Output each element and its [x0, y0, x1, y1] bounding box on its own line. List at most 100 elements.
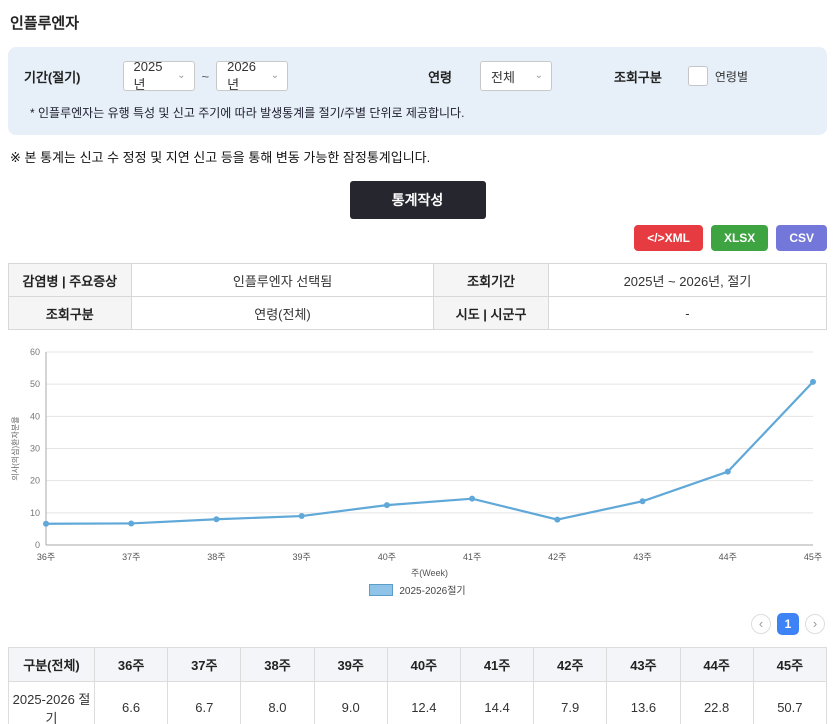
- next-page-button[interactable]: ›: [805, 614, 825, 634]
- period-label: 기간(절기): [24, 67, 81, 86]
- value-cell: 6.6: [95, 682, 168, 724]
- chevron-down-icon: ⌄: [535, 71, 543, 81]
- y-tick-label: 60: [30, 347, 40, 357]
- chart-point: [43, 521, 49, 527]
- chart-point: [299, 513, 305, 519]
- prev-page-button[interactable]: ‹: [751, 614, 771, 634]
- period-tilde: ~: [202, 69, 210, 84]
- chart-point: [810, 379, 816, 385]
- summary-disease-label: 감염병 | 주요증상: [9, 264, 132, 297]
- y-tick-label: 10: [30, 508, 40, 518]
- chart-point: [384, 502, 390, 508]
- create-stats-button[interactable]: 통계작성: [350, 181, 486, 219]
- result-table: 구분(전체)36주37주38주39주40주41주42주43주44주45주 202…: [8, 647, 827, 724]
- create-stats-wrap: 통계작성: [8, 181, 827, 219]
- chart-box: 0 10 20 30 40 50 60 36주 37주 38주 39주 40주 41주 42주 43주 44주…: [8, 342, 827, 597]
- x-axis-title: 주(Week): [411, 568, 448, 578]
- table-row: 2025-2026 절기6.66.78.09.012.414.47.913.62…: [9, 682, 827, 724]
- export-row: </>XML XLSX CSV: [8, 225, 827, 251]
- summary-region-value: -: [548, 297, 826, 330]
- chart-point: [469, 496, 475, 502]
- age-label: 연령: [428, 67, 452, 86]
- x-tick-label: 40주: [378, 552, 396, 562]
- y-tick-label: 40: [30, 411, 40, 421]
- x-tick-label: 37주: [122, 552, 140, 562]
- y-tick-label: 20: [30, 476, 40, 486]
- export-xml-button[interactable]: </>XML: [634, 225, 703, 251]
- x-tick-label: 36주: [37, 552, 55, 562]
- table-header-week: 42주: [534, 648, 607, 682]
- table-header-week: 39주: [314, 648, 387, 682]
- x-tick-label: 39주: [293, 552, 311, 562]
- table-header-week: 38주: [241, 648, 314, 682]
- period-start-select[interactable]: 2025년 ⌄: [123, 61, 195, 91]
- period-end-select[interactable]: 2026년 ⌄: [216, 61, 288, 91]
- chevron-down-icon: ⌄: [271, 71, 279, 81]
- summary-region-label: 시도 | 시군구: [434, 297, 549, 330]
- table-header-row: 구분(전체)36주37주38주39주40주41주42주43주44주45주: [9, 648, 827, 682]
- influenza-line-chart: 0 10 20 30 40 50 60 36주 37주 38주 39주 40주 41주 42주 43주 44주…: [8, 342, 827, 582]
- table-header-week: 40주: [387, 648, 460, 682]
- chart-point: [640, 498, 646, 504]
- x-tick-label: 43주: [633, 552, 651, 562]
- value-cell: 6.7: [168, 682, 241, 724]
- period-end-value: 2026년: [227, 59, 265, 93]
- summary-period-label: 조회기간: [434, 264, 549, 297]
- summary-row: 조회구분 연령(전체) 시도 | 시군구 -: [9, 297, 827, 330]
- export-csv-button[interactable]: CSV: [776, 225, 827, 251]
- pagination: ‹ 1 ›: [10, 613, 825, 635]
- summary-disease-value: 인플루엔자 선택됨: [131, 264, 434, 297]
- y-tick-label: 30: [30, 444, 40, 454]
- chart-point: [213, 516, 219, 522]
- influenza-stats-page: 인플루엔자 기간(절기) 2025년 ⌄ ~ 2026년 ⌄ 연령 전체 ⌄ 조…: [0, 0, 835, 724]
- value-cell: 22.8: [680, 682, 753, 724]
- x-tick-label: 41주: [463, 552, 481, 562]
- summary-view-label: 조회구분: [9, 297, 132, 330]
- by-age-checkbox-group[interactable]: 연령별: [688, 66, 748, 86]
- legend-label: 2025-2026절기: [399, 582, 465, 597]
- value-cell: 50.7: [753, 682, 826, 724]
- value-cell: 9.0: [314, 682, 387, 724]
- x-tick-label: 45주: [804, 552, 822, 562]
- age-value: 전체: [491, 67, 515, 86]
- chart-point: [128, 520, 134, 526]
- by-age-checkbox[interactable]: [688, 66, 708, 86]
- x-tick-label: 44주: [719, 552, 737, 562]
- table-header-week: 41주: [460, 648, 533, 682]
- value-cell: 14.4: [460, 682, 533, 724]
- filter-note: * 인플루엔자는 유행 특성 및 신고 주기에 따라 발생통계를 절기/주별 단…: [24, 104, 811, 121]
- view-type-label: 조회구분: [614, 67, 662, 86]
- y-axis-title: 의사(의심)환자분율: [10, 416, 20, 480]
- age-select[interactable]: 전체 ⌄: [480, 61, 552, 91]
- chart-point: [725, 469, 731, 475]
- table-header-week: 45주: [753, 648, 826, 682]
- summary-view-value: 연령(전체): [131, 297, 434, 330]
- filter-bar: 기간(절기) 2025년 ⌄ ~ 2026년 ⌄ 연령 전체 ⌄ 조회구분 연령…: [8, 47, 827, 135]
- row-label: 2025-2026 절기: [9, 682, 95, 724]
- value-cell: 13.6: [607, 682, 680, 724]
- page-title: 인플루엔자: [10, 12, 827, 33]
- value-cell: 7.9: [534, 682, 607, 724]
- table-header-group: 구분(전체): [9, 648, 95, 682]
- y-tick-label: 0: [35, 540, 40, 550]
- summary-period-value: 2025년 ~ 2026년, 절기: [548, 264, 826, 297]
- chevron-down-icon: ⌄: [177, 71, 185, 81]
- by-age-checkbox-label: 연령별: [715, 68, 748, 85]
- chart-legend: 2025-2026절기: [8, 582, 827, 597]
- x-tick-label: 42주: [548, 552, 566, 562]
- legend-swatch: [369, 584, 393, 596]
- summary-row: 감염병 | 주요증상 인플루엔자 선택됨 조회기간 2025년 ~ 2026년,…: [9, 264, 827, 297]
- period-start-value: 2025년: [134, 59, 172, 93]
- current-page-button[interactable]: 1: [777, 613, 799, 635]
- chart-line: [46, 382, 813, 524]
- provisional-notice: ※ 본 통계는 신고 수 정정 및 지연 신고 등을 통해 변동 가능한 잠정통…: [10, 147, 825, 166]
- table-header-week: 43주: [607, 648, 680, 682]
- x-tick-label: 38주: [207, 552, 225, 562]
- value-cell: 12.4: [387, 682, 460, 724]
- table-header-week: 37주: [168, 648, 241, 682]
- value-cell: 8.0: [241, 682, 314, 724]
- filter-row: 기간(절기) 2025년 ⌄ ~ 2026년 ⌄ 연령 전체 ⌄ 조회구분 연령…: [24, 61, 811, 91]
- export-xlsx-button[interactable]: XLSX: [711, 225, 768, 251]
- y-tick-label: 50: [30, 379, 40, 389]
- table-header-week: 44주: [680, 648, 753, 682]
